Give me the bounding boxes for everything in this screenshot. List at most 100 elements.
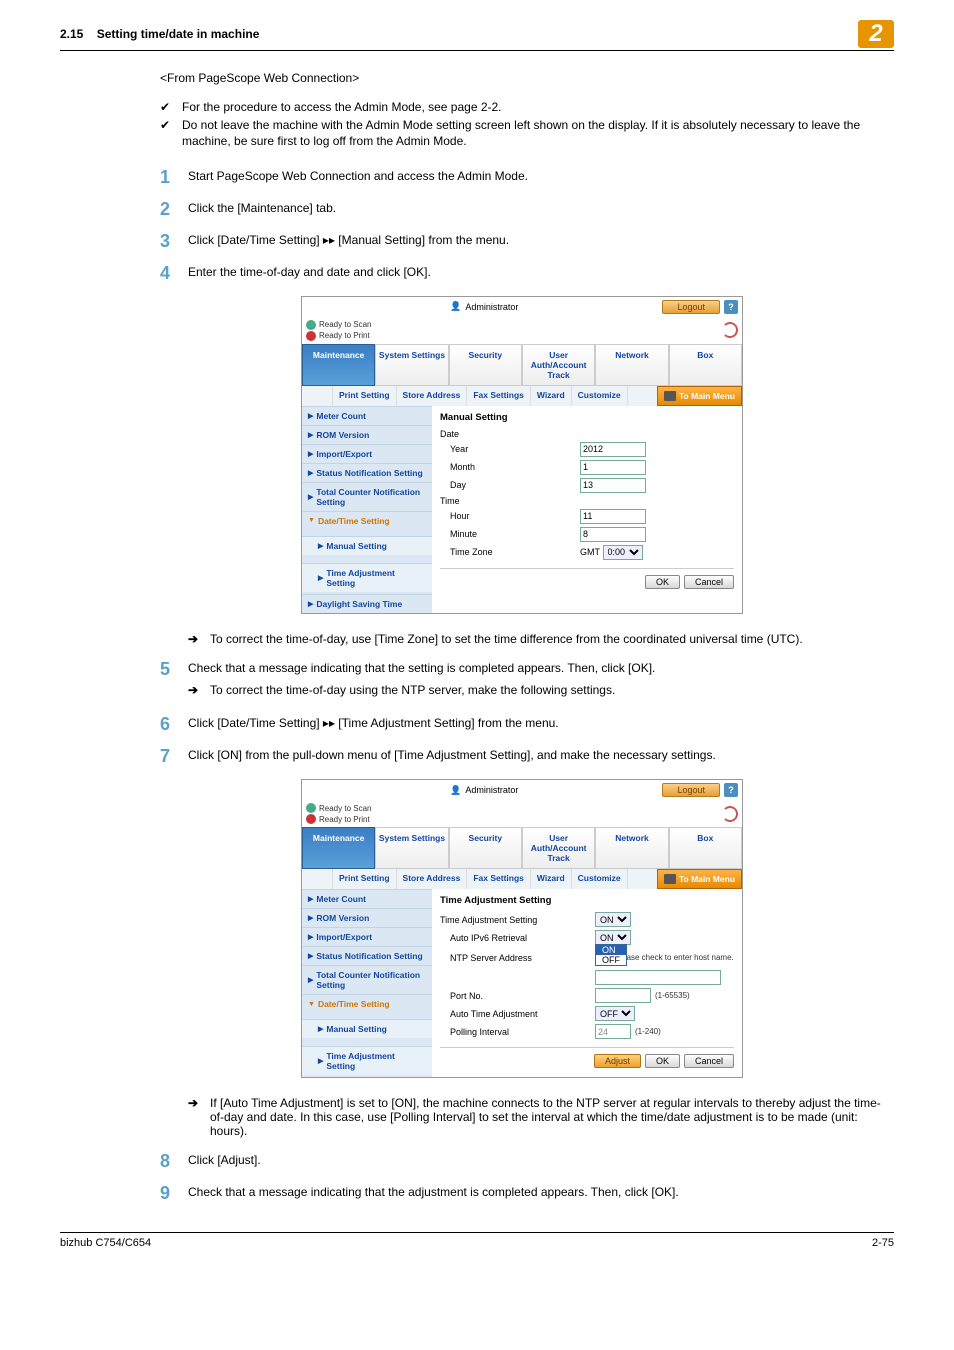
ipv6-select[interactable]: ON bbox=[595, 930, 631, 945]
subtab-wizard[interactable]: Wizard bbox=[531, 386, 572, 406]
subtab-customize[interactable]: Customize bbox=[572, 386, 628, 406]
adjust-button[interactable]: Adjust bbox=[594, 1054, 641, 1068]
ata-label: Auto Time Adjustment bbox=[440, 1009, 595, 1019]
help-icon[interactable]: ? bbox=[724, 783, 738, 797]
arrow-icon: ➔ bbox=[188, 1096, 210, 1138]
refresh-icon[interactable] bbox=[722, 322, 738, 338]
ipv6-option-on[interactable]: ON bbox=[596, 945, 626, 955]
subtab-customize[interactable]: Customize bbox=[572, 869, 628, 889]
step-text: Start PageScope Web Connection and acces… bbox=[188, 168, 884, 186]
sidebar-import-export[interactable]: ▶Import/Export bbox=[302, 927, 432, 946]
help-icon[interactable]: ? bbox=[724, 300, 738, 314]
tab-user-auth[interactable]: User Auth/Account Track bbox=[522, 827, 595, 869]
step-text: Enter the time-of-day and date and click… bbox=[188, 264, 884, 282]
sidebar-status-notification[interactable]: ▶Status Notification Setting bbox=[302, 946, 432, 965]
month-input[interactable] bbox=[580, 460, 646, 475]
port-input[interactable] bbox=[595, 988, 651, 1003]
ready-scan: Ready to Scan bbox=[319, 804, 371, 813]
subtab-print-setting[interactable]: Print Setting bbox=[333, 869, 397, 889]
sidebar-meter-count[interactable]: ▶Meter Count bbox=[302, 889, 432, 908]
step-number: 8 bbox=[160, 1152, 188, 1170]
step-number: 4 bbox=[160, 264, 188, 282]
tab-box[interactable]: Box bbox=[669, 827, 742, 869]
ipv6-options[interactable]: ON OFF bbox=[595, 944, 627, 966]
subtab-fax-settings[interactable]: Fax Settings bbox=[467, 386, 531, 406]
poll-label: Polling Interval bbox=[440, 1027, 595, 1037]
ipv6-option-off[interactable]: OFF bbox=[596, 955, 626, 965]
substep-text: To correct the time-of-day, use [Time Zo… bbox=[210, 632, 803, 646]
sidebar-manual-setting[interactable]: ▶Manual Setting bbox=[302, 536, 432, 555]
year-label: Year bbox=[440, 444, 580, 454]
sidebar-time-adjustment[interactable]: ▶Time Adjustment Setting bbox=[302, 563, 432, 592]
sidebar-rom-version[interactable]: ▶ROM Version bbox=[302, 425, 432, 444]
subtab-print-setting[interactable]: Print Setting bbox=[333, 386, 397, 406]
substep-text: To correct the time-of-day using the NTP… bbox=[210, 682, 615, 699]
subtab-spacer bbox=[302, 386, 333, 406]
ready-print: Ready to Print bbox=[319, 815, 370, 824]
minute-input[interactable] bbox=[580, 527, 646, 542]
logout-button[interactable]: Logout bbox=[662, 300, 720, 314]
footer-page: 2-75 bbox=[872, 1237, 894, 1249]
subtab-spacer bbox=[302, 869, 333, 889]
day-input[interactable] bbox=[580, 478, 646, 493]
tab-system-settings[interactable]: System Settings bbox=[375, 827, 448, 869]
admin-icon: 👤 bbox=[450, 785, 461, 796]
cancel-button[interactable]: Cancel bbox=[684, 1054, 734, 1068]
step-text: Click [Adjust]. bbox=[188, 1152, 884, 1170]
tas-select[interactable]: ON bbox=[595, 912, 631, 927]
tas-label: Time Adjustment Setting bbox=[440, 915, 595, 925]
page-header: 2.15 Setting time/date in machine 2 bbox=[60, 20, 894, 51]
to-main-menu-button[interactable]: To Main Menu bbox=[657, 386, 742, 406]
sidebar-rom-version[interactable]: ▶ROM Version bbox=[302, 908, 432, 927]
refresh-icon[interactable] bbox=[722, 806, 738, 822]
tab-security[interactable]: Security bbox=[449, 344, 522, 386]
admin-icon: 👤 bbox=[450, 301, 461, 312]
tab-maintenance[interactable]: Maintenance bbox=[302, 827, 375, 869]
step-number: 5 bbox=[160, 660, 188, 702]
chapter-badge: 2 bbox=[858, 20, 894, 48]
sidebar-meter-count[interactable]: ▶Meter Count bbox=[302, 406, 432, 425]
ata-select[interactable]: OFF bbox=[595, 1006, 635, 1021]
sidebar-daylight-saving[interactable]: ▶Daylight Saving Time bbox=[302, 594, 432, 613]
subtab-fax-settings[interactable]: Fax Settings bbox=[467, 869, 531, 889]
substep-text: If [Auto Time Adjustment] is set to [ON]… bbox=[210, 1096, 884, 1138]
sidebar-manual-setting[interactable]: ▶Manual Setting bbox=[302, 1019, 432, 1038]
subtab-wizard[interactable]: Wizard bbox=[531, 869, 572, 889]
subtab-store-address[interactable]: Store Address bbox=[397, 386, 468, 406]
sidebar-status-notification[interactable]: ▶Status Notification Setting bbox=[302, 463, 432, 482]
month-label: Month bbox=[440, 462, 580, 472]
cancel-button[interactable]: Cancel bbox=[684, 575, 734, 589]
sidebar-import-export[interactable]: ▶Import/Export bbox=[302, 444, 432, 463]
sidebar-date-time-setting[interactable]: ▼Date/Time Setting bbox=[302, 511, 432, 530]
year-input[interactable] bbox=[580, 442, 646, 457]
to-main-menu-button[interactable]: To Main Menu bbox=[657, 869, 742, 889]
arrow-icon: ➔ bbox=[188, 682, 210, 699]
ok-button[interactable]: OK bbox=[645, 575, 680, 589]
ready-scan: Ready to Scan bbox=[319, 320, 371, 329]
webui-screenshot-time-adjustment: 👤 Administrator Logout ? Ready to Scan R… bbox=[301, 779, 743, 1078]
ntp-address-input[interactable] bbox=[595, 970, 721, 985]
timezone-select[interactable]: 0:00 bbox=[603, 545, 643, 560]
sidebar-date-time-setting[interactable]: ▼Date/Time Setting bbox=[302, 994, 432, 1013]
tab-network[interactable]: Network bbox=[595, 344, 668, 386]
port-hint: (1-65535) bbox=[655, 991, 690, 1000]
tab-box[interactable]: Box bbox=[669, 344, 742, 386]
sidebar-total-counter[interactable]: ▶Total Counter Notification Setting bbox=[302, 965, 432, 994]
step-text: Check that a message indicating that the… bbox=[188, 1184, 884, 1202]
logout-button[interactable]: Logout bbox=[662, 783, 720, 797]
check-text: For the procedure to access the Admin Mo… bbox=[182, 99, 502, 115]
tab-maintenance[interactable]: Maintenance bbox=[302, 344, 375, 386]
tab-user-auth[interactable]: User Auth/Account Track bbox=[522, 344, 595, 386]
ok-button[interactable]: OK bbox=[645, 1054, 680, 1068]
sidebar-total-counter[interactable]: ▶Total Counter Notification Setting bbox=[302, 482, 432, 511]
tab-network[interactable]: Network bbox=[595, 827, 668, 869]
step-number: 9 bbox=[160, 1184, 188, 1202]
subtab-store-address[interactable]: Store Address bbox=[397, 869, 468, 889]
hour-input[interactable] bbox=[580, 509, 646, 524]
tab-system-settings[interactable]: System Settings bbox=[375, 344, 448, 386]
admin-label: Administrator bbox=[465, 785, 518, 795]
sidebar-time-adjustment[interactable]: ▶Time Adjustment Setting bbox=[302, 1046, 432, 1075]
tab-security[interactable]: Security bbox=[449, 827, 522, 869]
panel-title: Time Adjustment Setting bbox=[440, 895, 734, 906]
step-text: Click [Date/Time Setting] ▸▸ [Time Adjus… bbox=[188, 715, 884, 733]
